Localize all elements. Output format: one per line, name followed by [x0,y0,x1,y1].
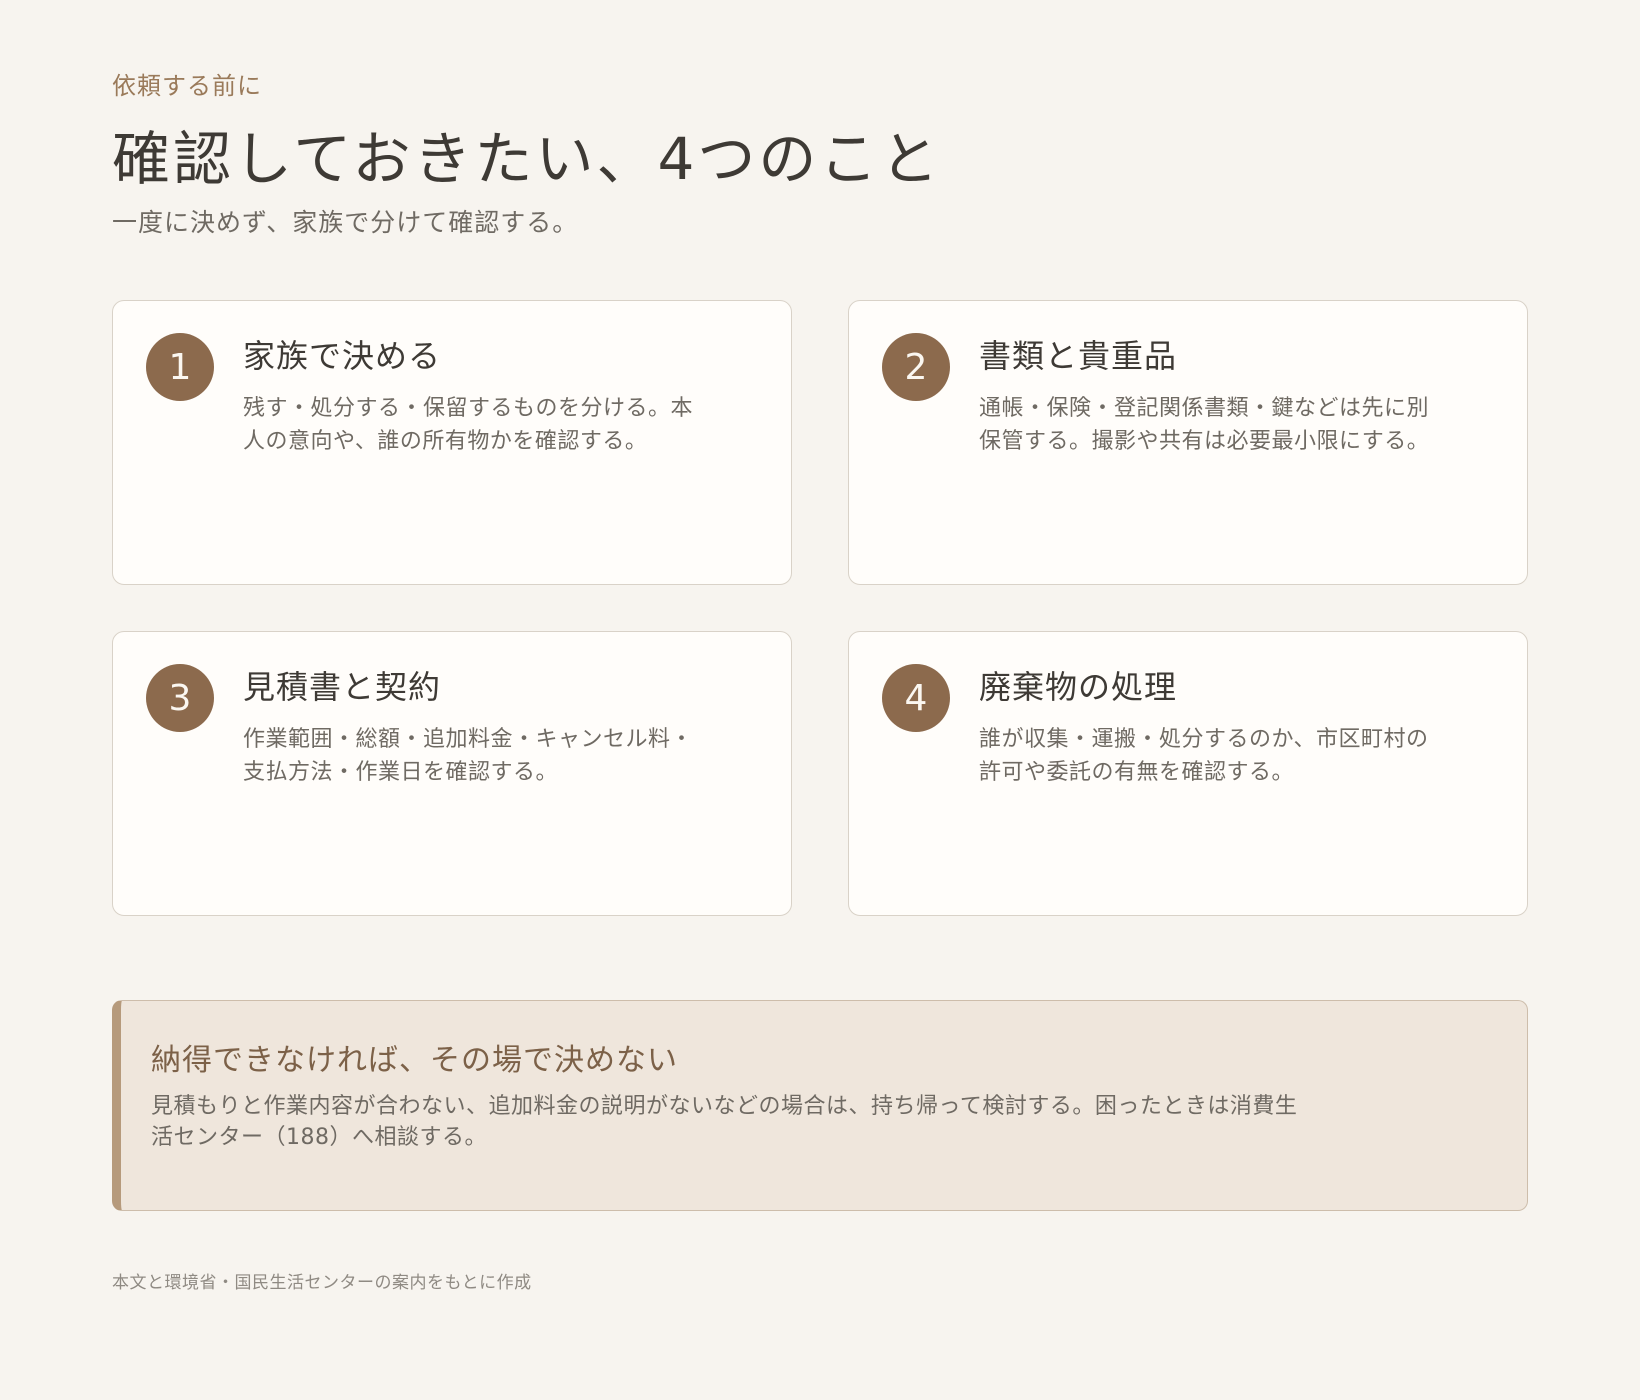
step-number-badge: 4 [882,664,950,732]
eyebrow-label: 依頼する前に [112,72,262,100]
card-title: 廃棄物の処理 [979,668,1178,706]
advice-note: 納得できなければ、その場で決めない 見積もりと作業内容が合わない、追加料金の説明… [112,1000,1528,1211]
step-number-badge: 1 [146,333,214,401]
checklist-card-2: 2 書類と貴重品 通帳・保険・登記関係書類・鍵などは先に別保管する。撮影や共有は… [848,300,1528,585]
page-subtitle: 一度に決めず、家族で分けて確認する。 [112,208,579,237]
step-number-badge: 3 [146,664,214,732]
checklist-card-1: 1 家族で決める 残す・処分する・保留するものを分ける。本人の意向や、誰の所有物… [112,300,792,585]
checklist-card-4: 4 廃棄物の処理 誰が収集・運搬・処分するのか、市区町村の許可や委託の有無を確認… [848,631,1528,916]
card-description: 残す・処分する・保留するものを分ける。本人の意向や、誰の所有物かを確認する。 [243,396,694,454]
card-title: 見積書と契約 [243,668,442,706]
card-description: 誰が収集・運搬・処分するのか、市区町村の許可や委託の有無を確認する。 [979,727,1429,785]
checklist-grid: 1 家族で決める 残す・処分する・保留するものを分ける。本人の意向や、誰の所有物… [112,300,1528,916]
step-number-badge: 2 [882,333,950,401]
note-body: 見積もりと作業内容が合わない、追加料金の説明がないなどの場合は、持ち帰って検討す… [151,1094,1298,1150]
card-title: 書類と貴重品 [979,337,1178,375]
page: 依頼する前に 確認しておきたい、4つのこと 一度に決めず、家族で分けて確認する。… [0,0,1640,1400]
card-description: 通帳・保険・登記関係書類・鍵などは先に別保管する。撮影や共有は必要最小限にする。 [979,396,1430,454]
note-title: 納得できなければ、その場で決めない [151,1043,678,1078]
checklist-card-3: 3 見積書と契約 作業範囲・総額・追加料金・キャンセル料・支払方法・作業日を確認… [112,631,792,916]
source-credit: 本文と環境省・国民生活センターの案内をもとに作成 [112,1273,532,1293]
card-title: 家族で決める [243,337,442,375]
card-description: 作業範囲・総額・追加料金・キャンセル料・支払方法・作業日を確認する。 [243,727,694,785]
page-title: 確認しておきたい、4つのこと [112,125,942,193]
